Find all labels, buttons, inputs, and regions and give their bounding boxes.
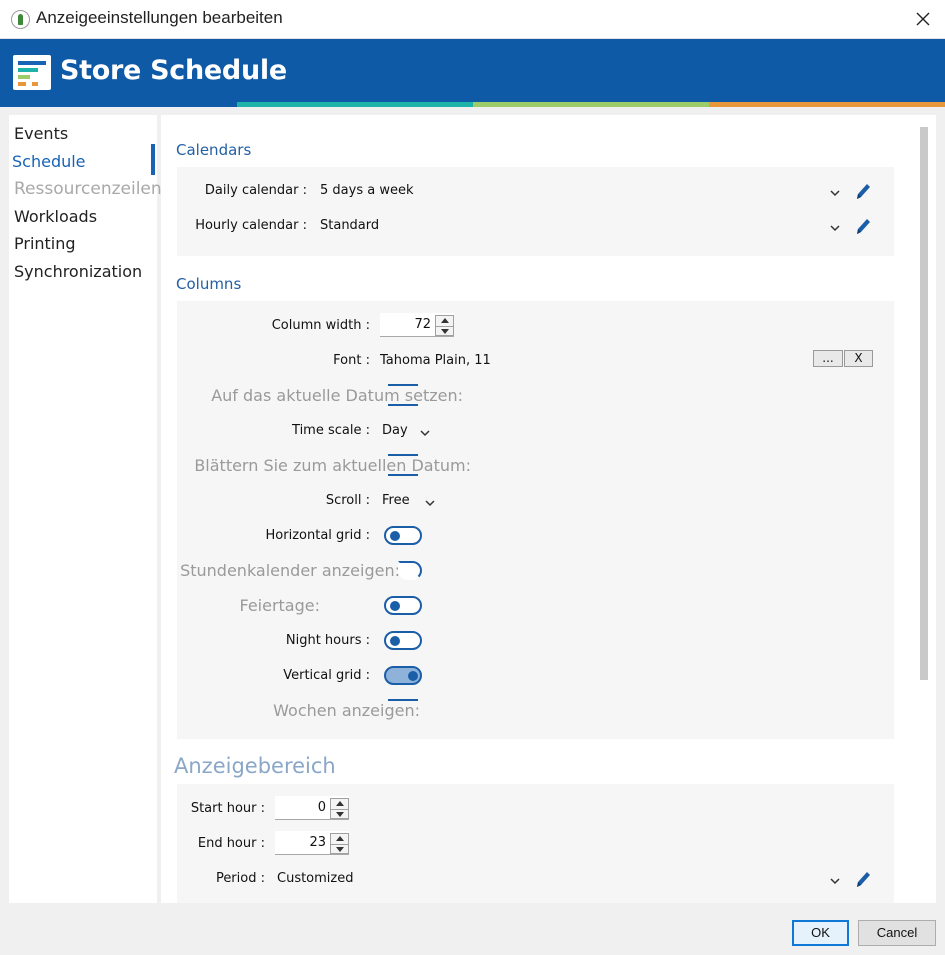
set-to-today-toggle[interactable]	[388, 384, 418, 386]
display-range-section-title: Anzeigebereich	[174, 754, 336, 778]
chevron-down-icon[interactable]	[419, 427, 431, 439]
column-width-stepper[interactable]: 72	[380, 313, 454, 337]
end-hour-value: 23	[309, 835, 326, 850]
cancel-button[interactable]: Cancel	[858, 920, 936, 946]
daily-calendar-select[interactable]: 5 days a week	[320, 183, 413, 198]
chevron-down-icon[interactable]	[829, 187, 841, 199]
calendars-card: Daily calendar : 5 days a week Hourly ca…	[177, 167, 894, 256]
store-schedule-logo-icon	[13, 55, 51, 90]
scroll-to-today-toggle[interactable]	[388, 454, 418, 456]
night-hours-label: Night hours :	[285, 633, 370, 648]
start-hour-value: 0	[317, 800, 326, 815]
app-icon	[11, 10, 30, 29]
sidebar-item-printing[interactable]: Printing	[14, 234, 76, 253]
calendars-section-title: Calendars	[176, 141, 252, 159]
close-icon	[916, 12, 930, 26]
scroll-label: Scroll :	[325, 493, 370, 508]
settings-panel: Calendars Daily calendar : 5 days a week…	[161, 115, 936, 903]
columns-card: Column width : 72 Font : Tahoma Plain, 1…	[177, 301, 894, 739]
close-button[interactable]	[913, 9, 933, 29]
sidebar-item-events[interactable]: Events	[14, 124, 68, 143]
columns-section-title: Columns	[176, 275, 242, 293]
title-bar: Anzeigeeinstellungen bearbeiten	[0, 0, 945, 39]
banner-accent-stripe	[0, 102, 945, 107]
start-hour-label: Start hour :	[190, 801, 265, 816]
decrement-arrow-icon[interactable]	[331, 809, 348, 819]
sidebar-item-workloads[interactable]: Workloads	[14, 207, 97, 226]
chevron-down-icon[interactable]	[829, 875, 841, 887]
sidebar-item-resource-rows[interactable]: Ressourcenzeilen	[14, 179, 162, 199]
sidebar-item-synchronization[interactable]: Synchronization	[14, 262, 142, 281]
sidebar-active-marker	[151, 144, 155, 175]
font-browse-button[interactable]: ...	[813, 350, 843, 367]
show-hourly-calendar-label: Stundenkalender anzeigen:	[180, 561, 400, 580]
end-hour-stepper[interactable]: 23	[275, 831, 349, 855]
edit-period-pencil-icon[interactable]	[854, 869, 872, 889]
period-label: Period :	[215, 871, 265, 886]
time-scale-label: Time scale :	[292, 423, 370, 438]
font-label: Font :	[333, 353, 370, 368]
end-hour-label: End hour :	[197, 836, 265, 851]
night-hours-toggle[interactable]	[384, 631, 422, 650]
hourly-calendar-select[interactable]: Standard	[320, 218, 379, 233]
holidays-label: Feiertage:	[239, 596, 320, 615]
column-width-value: 72	[414, 317, 431, 332]
increment-arrow-icon[interactable]	[331, 834, 348, 844]
app-banner: Store Schedule	[0, 39, 945, 107]
decrement-arrow-icon[interactable]	[331, 844, 348, 854]
horizontal-grid-toggle[interactable]	[384, 526, 422, 545]
show-weeks-toggle[interactable]	[388, 699, 418, 701]
chevron-down-icon[interactable]	[424, 497, 436, 509]
banner-title: Store Schedule	[60, 55, 287, 86]
window-title: Anzeigeeinstellungen bearbeiten	[36, 8, 283, 27]
show-weeks-label: Wochen anzeigen:	[273, 701, 420, 720]
hourly-calendar-label: Hourly calendar :	[195, 218, 307, 233]
display-range-card: Start hour : 0 End hour : 23 Period : Cu…	[177, 784, 894, 903]
holidays-toggle[interactable]	[384, 596, 422, 615]
edit-hourly-calendar-pencil-icon[interactable]	[854, 216, 872, 236]
increment-arrow-icon[interactable]	[436, 316, 453, 326]
vertical-grid-label: Vertical grid :	[283, 668, 370, 683]
time-scale-select[interactable]: Day	[382, 423, 408, 438]
start-hour-stepper[interactable]: 0	[275, 796, 349, 820]
font-value: Tahoma Plain, 11	[380, 353, 491, 368]
vertical-scrollbar[interactable]	[920, 127, 928, 680]
scroll-select[interactable]: Free	[382, 493, 410, 508]
period-select[interactable]: Customized	[277, 871, 354, 886]
decrement-arrow-icon[interactable]	[436, 326, 453, 336]
ok-button[interactable]: OK	[792, 920, 849, 946]
increment-arrow-icon[interactable]	[331, 799, 348, 809]
show-hourly-calendar-toggle[interactable]	[398, 561, 422, 580]
edit-daily-calendar-pencil-icon[interactable]	[854, 181, 872, 201]
horizontal-grid-label: Horizontal grid :	[265, 528, 370, 543]
daily-calendar-label: Daily calendar :	[204, 183, 307, 198]
scroll-to-today-label: Blättern Sie zum aktuellen Datum:	[194, 456, 471, 475]
font-clear-button[interactable]: X	[844, 350, 873, 367]
column-width-label: Column width :	[271, 318, 370, 333]
settings-sidebar: Events Schedule Ressourcenzeilen Workloa…	[9, 115, 162, 903]
sidebar-item-schedule[interactable]: Schedule	[12, 152, 86, 171]
vertical-grid-toggle[interactable]	[384, 666, 422, 685]
set-to-today-label: Auf das aktuelle Datum setzen:	[211, 386, 463, 405]
chevron-down-icon[interactable]	[829, 222, 841, 234]
